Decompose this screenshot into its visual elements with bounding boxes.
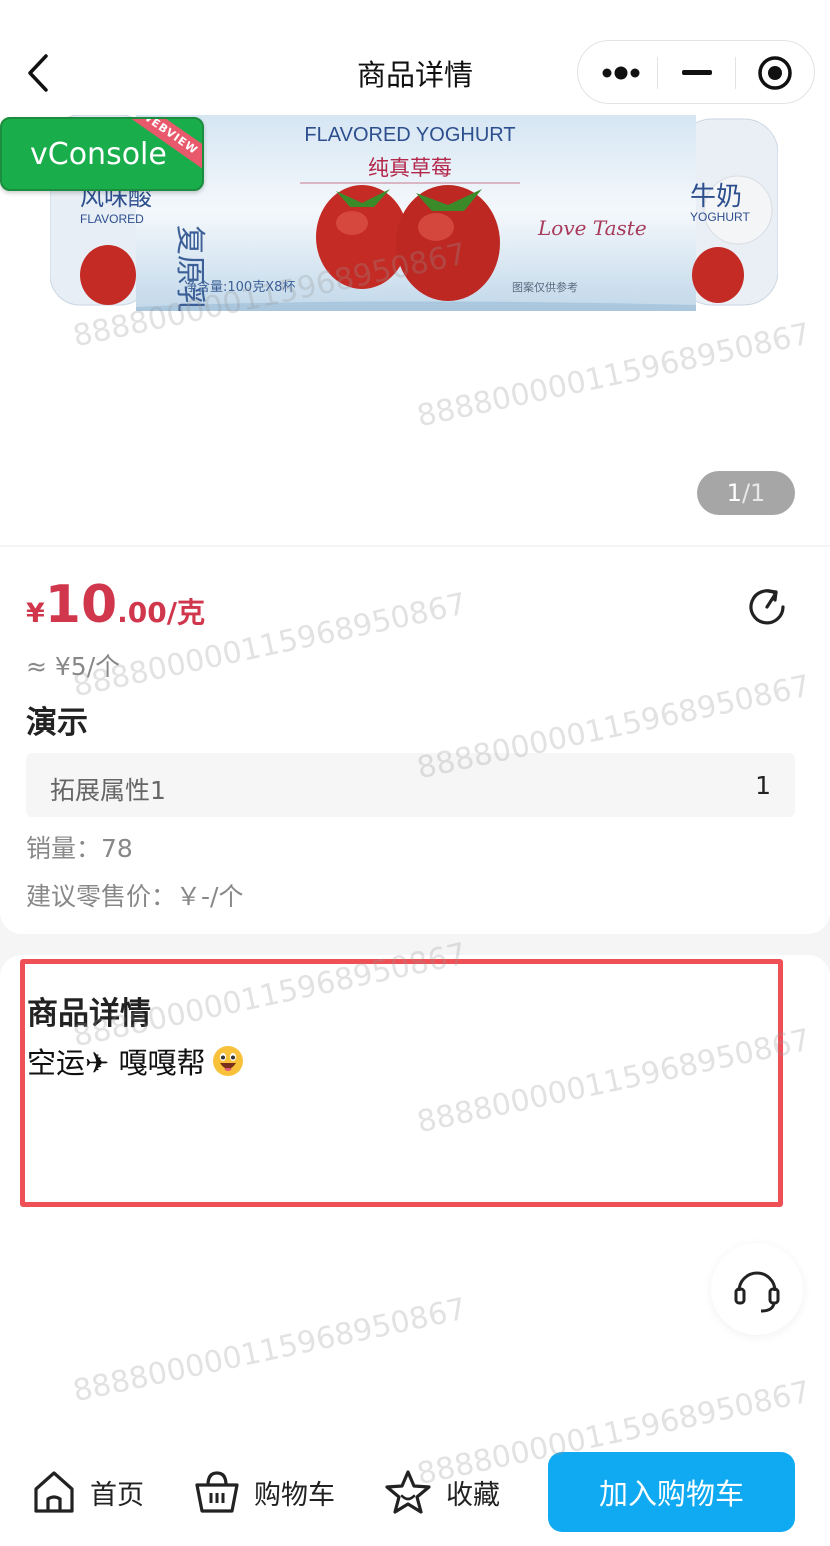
price-integer: 10: [44, 575, 118, 635]
more-dots-icon: [602, 66, 640, 80]
detail-title: 商品详情: [27, 996, 151, 1032]
pack-flavor-text: 纯真草莓: [368, 156, 452, 180]
minimize-button[interactable]: [658, 41, 736, 105]
pack-brand-text: FLAVORED YOGHURT: [304, 124, 515, 146]
share-button[interactable]: [745, 585, 789, 629]
more-button[interactable]: [582, 41, 660, 105]
pack-net-text: 净含量:100克X8杯: [184, 279, 295, 295]
pager-total: /1: [741, 479, 766, 507]
share-icon: [749, 589, 785, 625]
approx-unit-price: ≈ ¥5/个: [26, 652, 121, 681]
pack-ref-text: 图案仅供参考: [512, 280, 578, 294]
home-label: 首页: [90, 1479, 144, 1511]
sales-count: 销量：78: [26, 834, 133, 863]
price-symbol: ¥: [26, 598, 45, 629]
attribute-row: 拓展属性1 1: [26, 753, 795, 817]
detail-text: 空运✈ 嘎嘎帮: [27, 1046, 206, 1080]
pack-side-text: 复原乳: [172, 225, 207, 311]
product-info-card: ¥10.00/克 ≈ ¥5/个 演示 拓展属性1 1 销量：78 建议零售价：￥…: [0, 547, 830, 934]
add-to-cart-button[interactable]: 加入购物车: [548, 1452, 795, 1532]
attribute-value: 1: [755, 771, 771, 800]
close-button[interactable]: [736, 41, 814, 105]
mini-program-capsule: [577, 40, 815, 104]
price: ¥10.00/克: [26, 575, 205, 635]
price-decimal: .00: [117, 596, 167, 629]
headset-icon: [734, 1271, 780, 1313]
star-icon: [385, 1470, 431, 1514]
pack-left-en-text: FLAVORED: [80, 212, 144, 226]
home-icon: [34, 1471, 74, 1513]
pack-right-text: 牛奶: [690, 182, 742, 212]
image-pager: 1/1: [697, 471, 795, 515]
pack-taste-text: Love Taste: [537, 216, 647, 240]
pager-current: 1: [726, 479, 742, 507]
grinning-face-icon: [212, 1046, 243, 1076]
minimize-icon: [682, 70, 712, 75]
basket-icon: [195, 1471, 239, 1513]
nav-bar: 商品详情: [0, 0, 830, 115]
detail-content: 空运✈ 嘎嘎帮: [27, 1040, 244, 1082]
favorite-label: 收藏: [446, 1479, 500, 1511]
price-unit: /克: [166, 596, 206, 629]
pack-right-en-text: YOGHURT: [690, 210, 750, 224]
vconsole-label: vConsole: [30, 136, 167, 172]
target-close-icon: [758, 56, 792, 90]
suggested-retail-price: 建议零售价：￥-/个: [26, 882, 244, 911]
cart-label: 购物车: [254, 1479, 335, 1511]
customer-service-button[interactable]: [711, 1243, 803, 1335]
favorite-tab[interactable]: 收藏: [384, 1467, 500, 1517]
product-name: 演示: [26, 705, 88, 741]
home-tab[interactable]: 首页: [32, 1467, 144, 1517]
vconsole-button[interactable]: vConsole WEBVIEW: [0, 117, 204, 191]
bottom-action-bar: 首页 购物车 收藏 加入购物车: [0, 1427, 830, 1546]
attribute-key: 拓展属性1: [50, 776, 166, 805]
cart-tab[interactable]: 购物车: [194, 1467, 335, 1517]
